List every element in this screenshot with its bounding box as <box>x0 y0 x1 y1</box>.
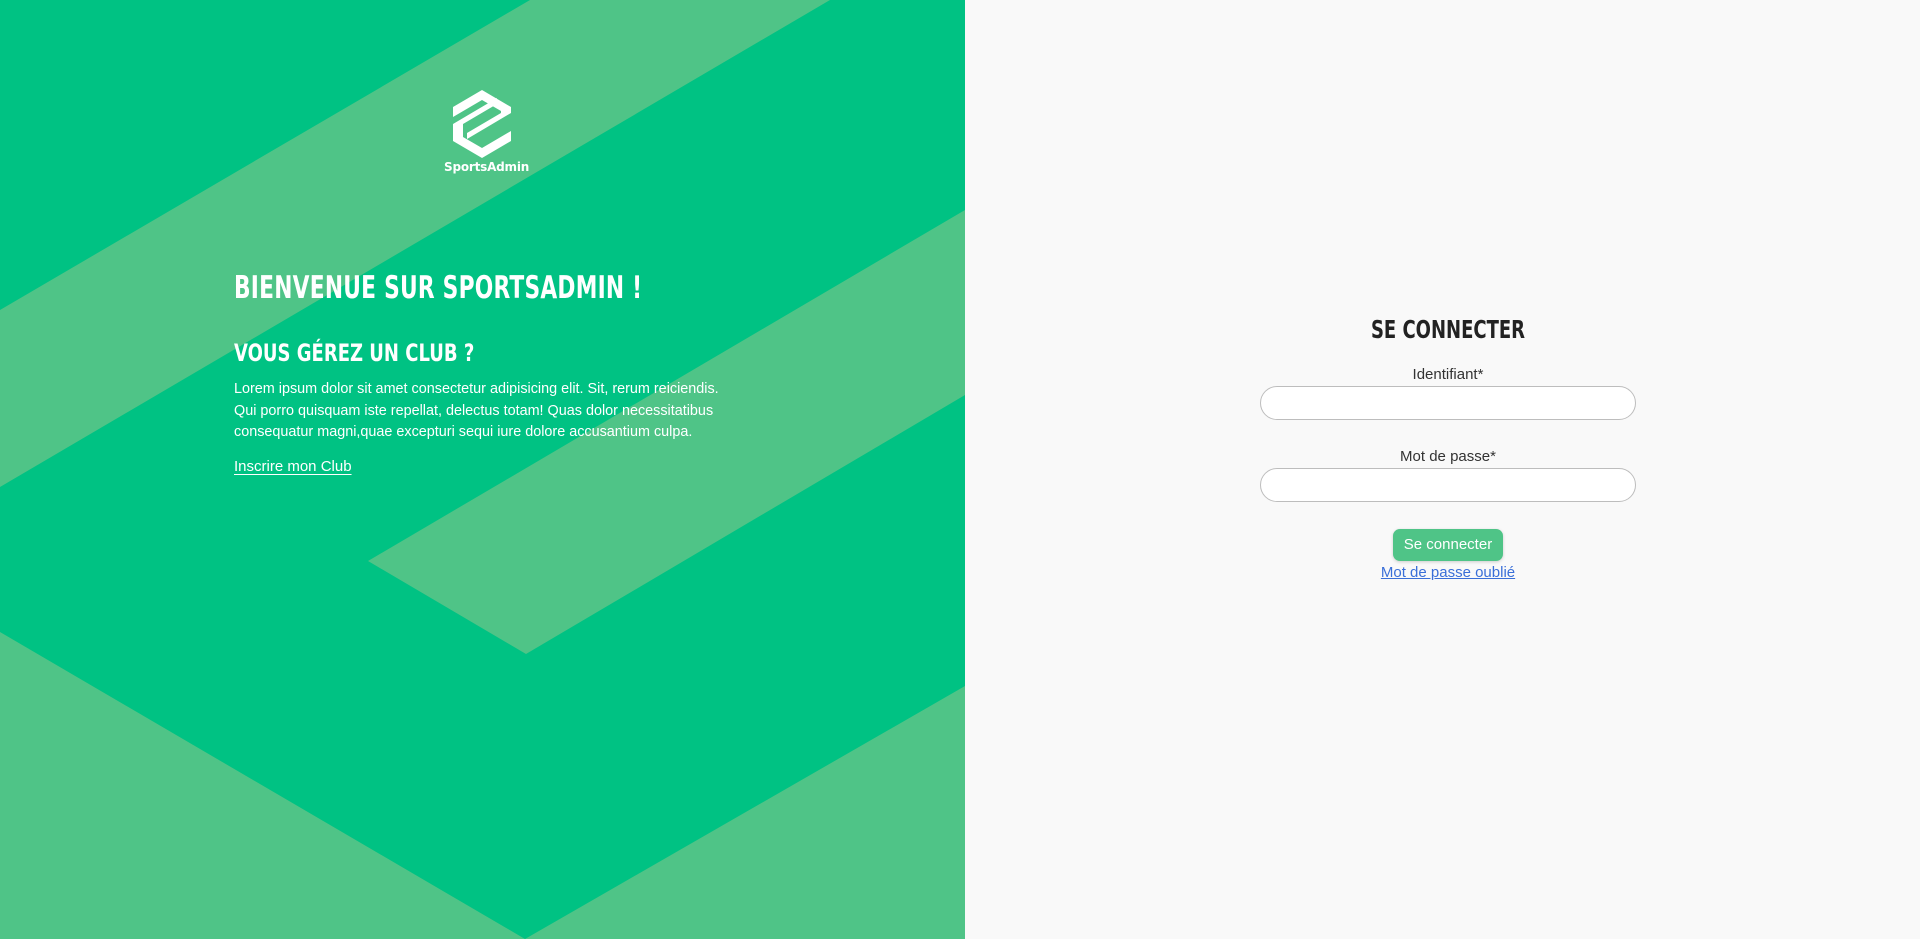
forgot-password-link[interactable]: Mot de passe oublié <box>1260 564 1636 581</box>
welcome-block: BIENVENUE SUR SPORTSADMIN ! VOUS GÉREZ U… <box>234 270 734 475</box>
sportsadmin-logo-icon <box>453 90 511 158</box>
logo-text: SportsAdmin <box>444 160 530 174</box>
welcome-subtitle: VOUS GÉREZ UN CLUB ? <box>234 339 475 367</box>
login-button[interactable]: Se connecter <box>1392 529 1504 561</box>
password-input[interactable] <box>1260 468 1636 502</box>
password-label: Mot de passe* <box>1400 448 1496 465</box>
login-form: SE CONNECTER Identifiant* Mot de passe* … <box>1260 315 1636 581</box>
register-club-link[interactable]: Inscrire mon Club <box>234 458 352 475</box>
welcome-panel: SportsAdmin BIENVENUE SUR SPORTSADMIN ! … <box>0 0 965 939</box>
login-page: SportsAdmin BIENVENUE SUR SPORTSADMIN ! … <box>0 0 1920 939</box>
welcome-title: BIENVENUE SUR SPORTSADMIN ! <box>234 270 643 306</box>
logo[interactable]: SportsAdmin <box>444 90 530 174</box>
username-label: Identifiant* <box>1412 366 1484 383</box>
login-panel: SE CONNECTER Identifiant* Mot de passe* … <box>965 0 1920 939</box>
welcome-body: Lorem ipsum dolor sit amet consectetur a… <box>234 381 719 440</box>
login-title: SE CONNECTER <box>1370 315 1526 344</box>
username-input[interactable] <box>1260 386 1636 420</box>
